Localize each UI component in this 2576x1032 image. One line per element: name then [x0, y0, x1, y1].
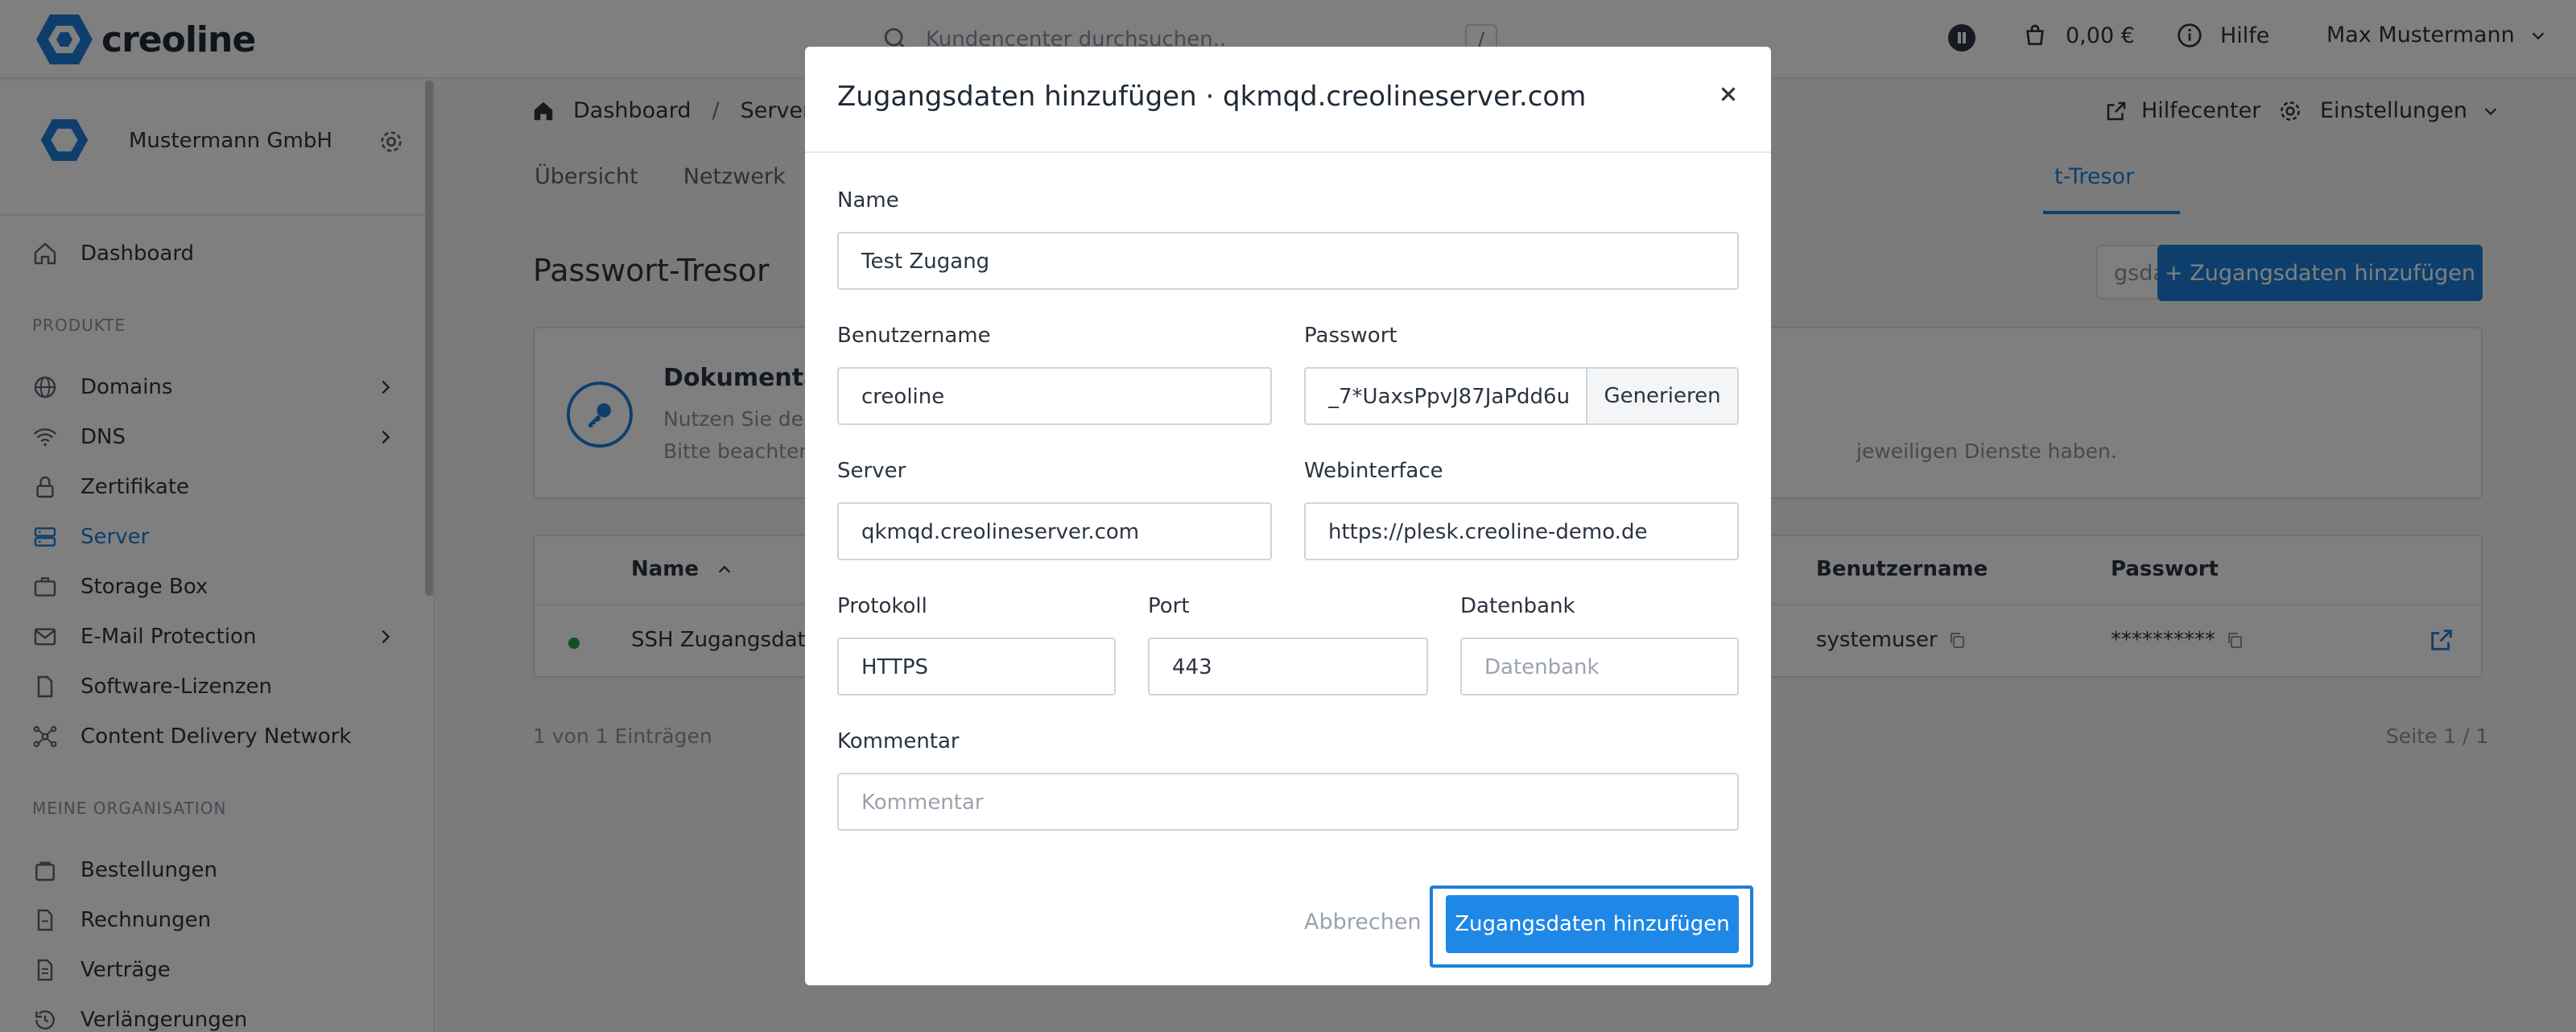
username-value: creoline [861, 385, 945, 409]
port-input[interactable]: 443 [1148, 638, 1428, 696]
modal-header-divider [805, 151, 1771, 153]
close-icon[interactable] [1716, 82, 1740, 106]
comment-placeholder: Kommentar [861, 791, 984, 815]
password-label: Passwort [1304, 324, 1397, 348]
comment-label: Kommentar [837, 729, 960, 753]
protocol-label: Protokoll [837, 594, 927, 618]
comment-input[interactable]: Kommentar [837, 773, 1739, 831]
webinterface-label: Webinterface [1304, 459, 1443, 483]
server-value: qkmqd.creolineserver.com [861, 520, 1140, 544]
database-placeholder: Datenbank [1484, 655, 1600, 679]
protocol-value: HTTPS [861, 655, 929, 679]
generate-password-button[interactable]: Generieren [1587, 367, 1739, 425]
name-input[interactable]: Test Zugang [837, 232, 1739, 290]
name-label: Name [837, 188, 899, 213]
webinterface-value: https://plesk.creoline-demo.de [1328, 520, 1648, 544]
server-input[interactable]: qkmqd.creolineserver.com [837, 502, 1272, 560]
port-label: Port [1148, 594, 1190, 618]
modal-title: Zugangsdaten hinzufügen · qkmqd.creoline… [837, 80, 1587, 113]
username-input[interactable]: creoline [837, 367, 1272, 425]
username-label: Benutzername [837, 324, 991, 348]
submit-button[interactable]: Zugangsdaten hinzufügen [1446, 895, 1739, 953]
protocol-input[interactable]: HTTPS [837, 638, 1116, 696]
name-value: Test Zugang [861, 250, 990, 274]
cancel-button[interactable]: Abbrechen [1304, 910, 1422, 935]
password-value: _7*UaxsPpvJ87JaPdd6u [1328, 385, 1571, 409]
webinterface-input[interactable]: https://plesk.creoline-demo.de [1304, 502, 1739, 560]
password-input[interactable]: _7*UaxsPpvJ87JaPdd6u [1304, 367, 1587, 425]
database-label: Datenbank [1460, 594, 1575, 618]
server-label: Server [837, 459, 906, 483]
add-credentials-modal: Zugangsdaten hinzufügen · qkmqd.creoline… [805, 47, 1771, 985]
port-value: 443 [1172, 655, 1212, 679]
database-input[interactable]: Datenbank [1460, 638, 1739, 696]
